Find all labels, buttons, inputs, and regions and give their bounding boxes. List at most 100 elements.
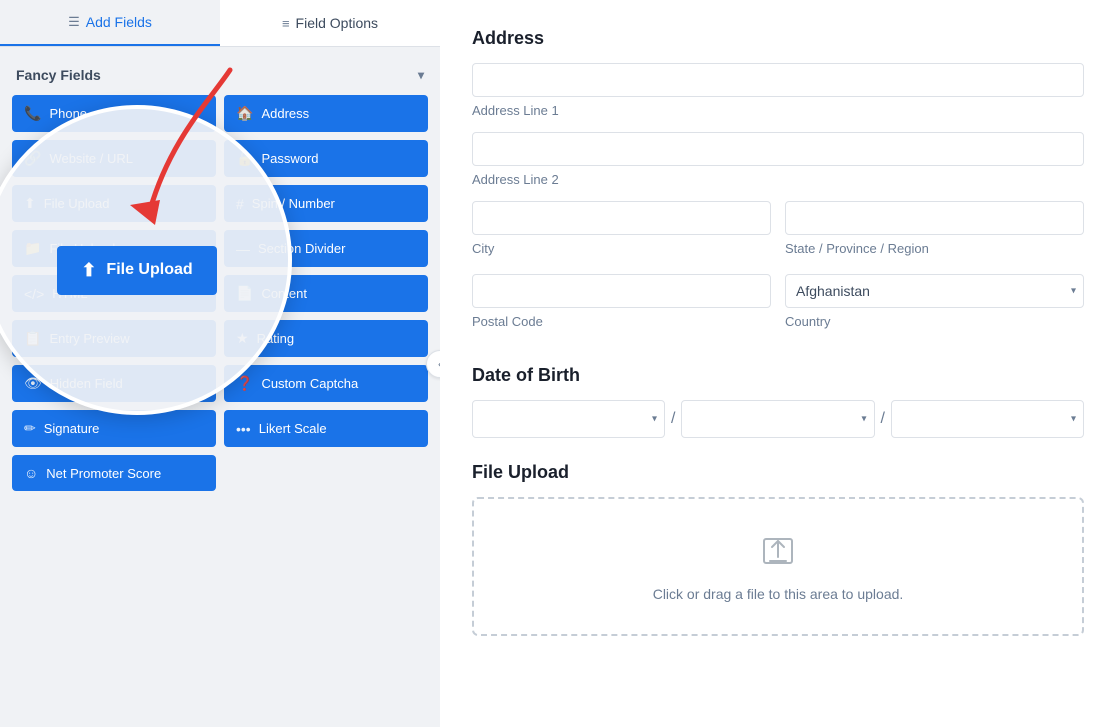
- file-upload-box[interactable]: Click or drag a file to this area to upl…: [472, 497, 1084, 636]
- nps-icon: ☺: [24, 465, 38, 481]
- hidden-label: Hidden Field: [50, 376, 123, 391]
- section-divider-button[interactable]: — Section Divider: [224, 230, 428, 267]
- html-label: HTML: [52, 286, 87, 301]
- password-button[interactable]: 🔒 Password: [224, 140, 428, 177]
- rating-icon: ★: [236, 330, 249, 347]
- dob-month-wrapper: JanuaryFebruaryMarch AprilMayJune JulyAu…: [472, 400, 665, 438]
- add-fields-icon: ☰: [68, 14, 80, 30]
- tab-field-options[interactable]: ≡ Field Options: [220, 0, 440, 46]
- file-upload2-label: File Upload: [49, 241, 115, 256]
- rating-button[interactable]: ★ Rating: [224, 320, 428, 357]
- state-field: State / Province / Region: [785, 201, 1084, 260]
- section-label: Section Divider: [258, 241, 345, 256]
- spin-button[interactable]: # Spin / Number: [224, 185, 428, 222]
- captcha-button[interactable]: ❓ Custom Captcha: [224, 365, 428, 402]
- likert-button[interactable]: ••• Likert Scale: [224, 410, 428, 447]
- phone-label: Phone: [49, 106, 87, 121]
- fancy-fields-header: Fancy Fields ▾: [12, 61, 428, 95]
- file-section-title: File Upload: [472, 462, 1084, 483]
- content-button[interactable]: 📄 Content: [224, 275, 428, 312]
- address-line1-input[interactable]: [472, 63, 1084, 97]
- hidden-icon: 👁: [24, 375, 42, 392]
- signature-label: Signature: [44, 421, 100, 436]
- entry-preview-icon: 📋: [24, 330, 41, 347]
- file-upload-label: File Upload: [44, 196, 110, 211]
- captcha-icon: ❓: [236, 375, 253, 392]
- spin-label: Spin / Number: [252, 196, 335, 211]
- section-icon: —: [236, 241, 250, 257]
- fields-grid: 📞 Phone 🏠 Address 🔗 Website / URL 🔒 Pass…: [12, 95, 428, 491]
- dob-day-wrapper: ▾: [681, 400, 874, 438]
- address-label: Address: [261, 106, 309, 121]
- password-label: Password: [261, 151, 318, 166]
- file-upload2-button[interactable]: 📁 File Upload: [12, 230, 216, 267]
- website-icon: 🔗: [24, 150, 41, 167]
- tab-field-options-label: Field Options: [296, 15, 378, 31]
- city-label: City: [472, 241, 771, 256]
- city-input[interactable]: [472, 201, 771, 235]
- country-select-wrapper: Afghanistan Albania Algeria United State…: [785, 274, 1084, 308]
- tab-add-fields[interactable]: ☰ Add Fields: [0, 0, 220, 46]
- address-line2-field: Address Line 2: [472, 132, 1084, 187]
- file-upload-button[interactable]: ⬆ File Upload: [12, 185, 216, 222]
- dob-day-select[interactable]: [681, 400, 874, 438]
- likert-icon: •••: [236, 421, 251, 437]
- content-label: Content: [261, 286, 307, 301]
- spin-icon: #: [236, 196, 244, 212]
- date-separator-1: /: [671, 410, 675, 428]
- file-upload-icon: ⬆: [24, 195, 36, 212]
- address-button[interactable]: 🏠 Address: [224, 95, 428, 132]
- tab-add-fields-label: Add Fields: [86, 14, 152, 30]
- postal-label: Postal Code: [472, 314, 771, 329]
- address-icon: 🏠: [236, 105, 253, 122]
- postal-field: Postal Code: [472, 274, 771, 333]
- dob-month-select[interactable]: JanuaryFebruaryMarch AprilMayJune JulyAu…: [472, 400, 665, 438]
- right-panel: Address Address Line 1 Address Line 2 Ci…: [440, 0, 1116, 727]
- state-input[interactable]: [785, 201, 1084, 235]
- html-icon: </>: [24, 286, 44, 302]
- dob-year-select[interactable]: [891, 400, 1084, 438]
- country-select[interactable]: Afghanistan Albania Algeria United State…: [785, 274, 1084, 308]
- address-line2-label: Address Line 2: [472, 172, 1084, 187]
- upload-icon: [758, 531, 798, 576]
- file-upload2-icon: 📁: [24, 240, 41, 257]
- nps-button[interactable]: ☺ Net Promoter Score: [12, 455, 216, 491]
- country-label: Country: [785, 314, 1084, 329]
- fields-panel: Fancy Fields ▾ 📞 Phone 🏠 Address 🔗 Websi…: [0, 47, 440, 727]
- postal-input[interactable]: [472, 274, 771, 308]
- phone-icon: 📞: [24, 105, 41, 122]
- date-separator-2: /: [881, 410, 885, 428]
- html-button[interactable]: </> HTML: [12, 275, 216, 312]
- entry-preview-button[interactable]: 📋 Entry Preview: [12, 320, 216, 357]
- city-field: City: [472, 201, 771, 260]
- city-state-row: City State / Province / Region: [472, 201, 1084, 274]
- dob-section-title: Date of Birth: [472, 365, 1084, 386]
- dob-year-wrapper: ▾: [891, 400, 1084, 438]
- entry-preview-label: Entry Preview: [49, 331, 129, 346]
- left-panel: ☰ Add Fields ≡ Field Options Fancy Field…: [0, 0, 440, 727]
- field-options-icon: ≡: [282, 16, 290, 31]
- address-line2-input[interactable]: [472, 132, 1084, 166]
- chevron-down-icon[interactable]: ▾: [418, 68, 424, 82]
- address-section-title: Address: [472, 28, 1084, 49]
- tabs-bar: ☰ Add Fields ≡ Field Options: [0, 0, 440, 47]
- address-line1-field: Address Line 1: [472, 63, 1084, 118]
- signature-icon: ✏: [24, 420, 36, 437]
- content-icon: 📄: [236, 285, 253, 302]
- postal-country-row: Postal Code Afghanistan Albania Algeria …: [472, 274, 1084, 347]
- likert-label: Likert Scale: [259, 421, 327, 436]
- state-label: State / Province / Region: [785, 241, 1084, 256]
- hidden-field-button[interactable]: 👁 Hidden Field: [12, 365, 216, 402]
- rating-label: Rating: [257, 331, 295, 346]
- password-icon: 🔒: [236, 150, 253, 167]
- dob-row: JanuaryFebruaryMarch AprilMayJune JulyAu…: [472, 400, 1084, 438]
- captcha-label: Custom Captcha: [261, 376, 358, 391]
- website-label: Website / URL: [49, 151, 133, 166]
- nps-label: Net Promoter Score: [46, 466, 161, 481]
- fancy-fields-label: Fancy Fields: [16, 67, 101, 83]
- country-field: Afghanistan Albania Algeria United State…: [785, 274, 1084, 333]
- website-button[interactable]: 🔗 Website / URL: [12, 140, 216, 177]
- address-line1-label: Address Line 1: [472, 103, 1084, 118]
- signature-button[interactable]: ✏ Signature: [12, 410, 216, 447]
- phone-button[interactable]: 📞 Phone: [12, 95, 216, 132]
